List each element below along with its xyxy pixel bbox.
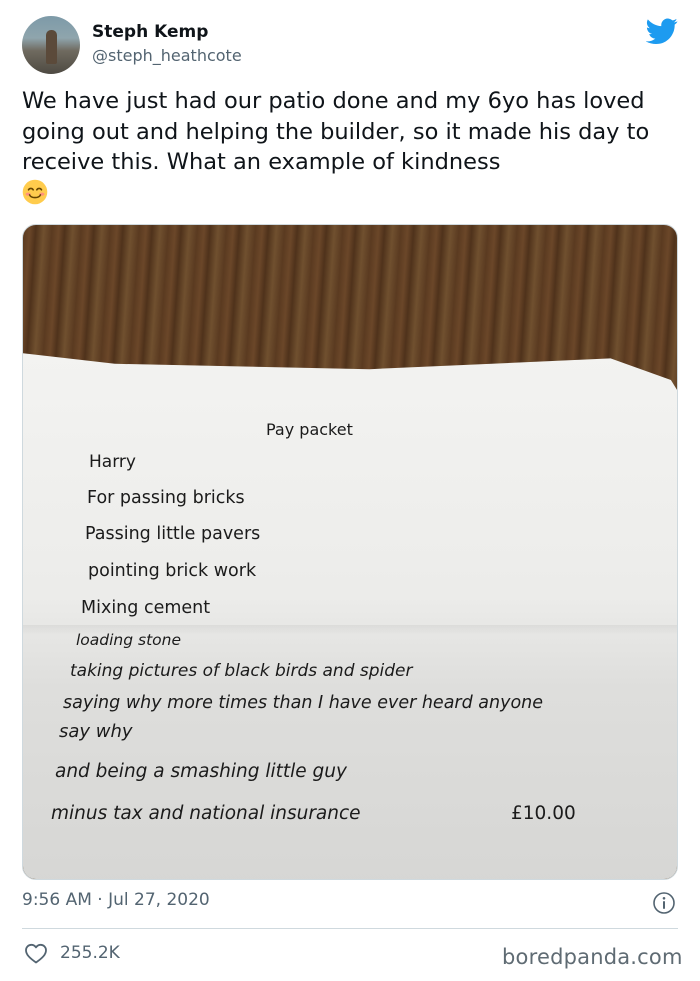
author-handle[interactable]: @steph_heathcote bbox=[92, 46, 242, 65]
tweet-timestamp[interactable]: 9:56 AM · Jul 27, 2020 bbox=[22, 890, 210, 910]
note-line-11: minus tax and national insurance bbox=[51, 803, 361, 824]
note-line-1: Harry bbox=[89, 452, 136, 472]
author-name[interactable]: Steph Kemp bbox=[92, 22, 208, 42]
like-count[interactable]: 255.2K bbox=[60, 943, 120, 963]
twitter-bird-icon bbox=[646, 18, 678, 45]
heart-icon[interactable] bbox=[24, 942, 48, 964]
pay-packet-note: Pay packet Harry For passing bricks Pass… bbox=[23, 353, 677, 879]
note-title: Pay packet bbox=[266, 420, 353, 439]
smiling-face-emoji-icon bbox=[22, 179, 48, 204]
note-line-8: saying why more times than I have ever h… bbox=[63, 693, 544, 713]
note-line-7: taking pictures of black birds and spide… bbox=[70, 661, 413, 681]
note-line-5: Mixing cement bbox=[81, 598, 211, 618]
note-amount: £10.00 bbox=[511, 803, 576, 824]
tweet-text-body: We have just had our patio done and my 6… bbox=[22, 88, 650, 175]
avatar[interactable] bbox=[22, 16, 80, 74]
avatar-figure bbox=[46, 30, 57, 64]
note-line-3: Passing little pavers bbox=[85, 524, 261, 544]
note-line-4: pointing brick work bbox=[88, 561, 257, 581]
note-line-2: For passing bricks bbox=[87, 488, 245, 508]
watermark: boredpanda.com bbox=[502, 945, 683, 969]
info-icon[interactable] bbox=[652, 891, 676, 915]
divider bbox=[22, 928, 678, 929]
note-line-10: and being a smashing little guy bbox=[55, 761, 347, 782]
tweet-text: We have just had our patio done and my 6… bbox=[22, 86, 682, 208]
note-line-6: loading stone bbox=[76, 631, 182, 649]
note-line-9: say why bbox=[59, 721, 133, 742]
tweet-photo[interactable]: Pay packet Harry For passing bricks Pass… bbox=[22, 224, 678, 880]
